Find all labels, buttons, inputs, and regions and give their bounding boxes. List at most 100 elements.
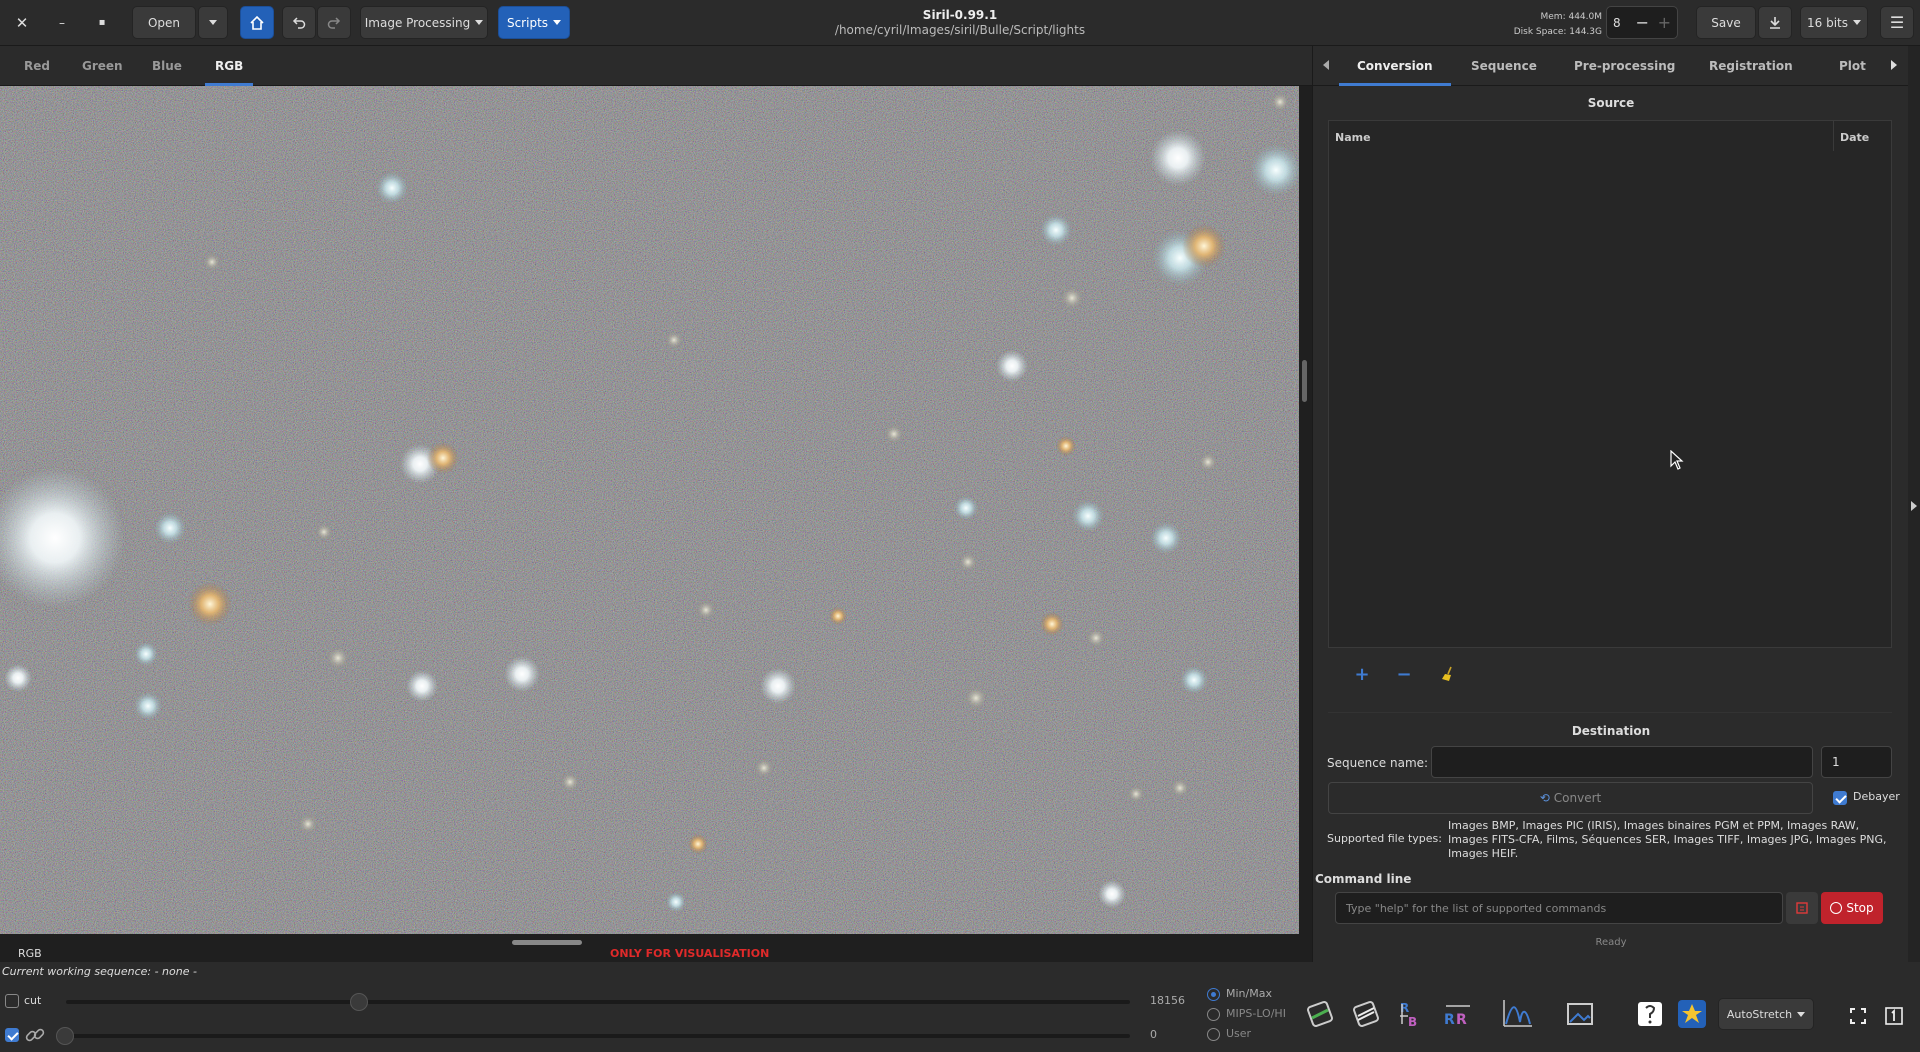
tab-sequence[interactable]: Sequence [1471, 46, 1537, 86]
command-line-title: Command line [1315, 872, 1412, 886]
histogram-icon[interactable] [1500, 996, 1536, 1032]
star-detection-icon[interactable] [1674, 996, 1710, 1032]
start-index-input[interactable]: 1 [1821, 746, 1892, 778]
maximize-button[interactable]: ▪ [90, 6, 114, 39]
stop-button[interactable]: Stop [1821, 892, 1883, 924]
mode-user-radio[interactable] [1207, 1028, 1220, 1041]
hamburger-icon: ☰ [1889, 13, 1905, 32]
image-viewer-area: Red Green Blue RGB RGB ONLY FOR VISUALIS… [0, 46, 1312, 962]
bit-depth-label: 16 bits [1807, 15, 1848, 30]
app-name: Siril-0.99.1 [922, 8, 998, 22]
channel-tabs: Red Green Blue RGB [0, 46, 1312, 86]
image-processing-menu[interactable]: Image Processing [360, 6, 488, 39]
decrement-icon[interactable]: − [1636, 13, 1649, 32]
color-saturation-icon[interactable]: RB [1394, 996, 1430, 1032]
threads-spinner[interactable]: 8 − + [1606, 6, 1678, 39]
tab-preprocessing[interactable]: Pre-processing [1574, 46, 1675, 86]
sequence-name-label: Sequence name: [1327, 756, 1429, 770]
redo-button[interactable] [317, 6, 351, 39]
panel-tabs: Conversion Sequence Pre-processing Regis… [1313, 46, 1909, 86]
svg-text:R: R [1444, 1012, 1455, 1028]
expand-arrow-icon [1911, 501, 1917, 511]
stretch-mode-label: AutoStretch [1726, 1007, 1793, 1021]
close-button[interactable]: ✕ [10, 6, 34, 39]
tab-plot[interactable]: Plot [1839, 46, 1866, 86]
scripts-menu[interactable]: Scripts [498, 6, 570, 39]
debayer-label: Debayer [1853, 790, 1900, 803]
channel-label: RGB [18, 947, 42, 960]
cut-checkbox[interactable] [5, 994, 19, 1008]
side-collapse-handle[interactable] [1908, 46, 1920, 962]
sequence-name-input[interactable] [1431, 746, 1813, 778]
column-name[interactable]: Name [1335, 131, 1371, 144]
tabs-scroll-left-icon[interactable] [1323, 60, 1329, 70]
tabs-scroll-right-icon[interactable] [1891, 60, 1897, 70]
zoom-one-icon [1885, 1007, 1903, 1025]
photometry-icon[interactable] [1632, 996, 1668, 1032]
tab-registration[interactable]: Registration [1709, 46, 1793, 86]
control-panel: Conversion Sequence Pre-processing Regis… [1312, 46, 1909, 962]
hi-slider-knob[interactable] [350, 993, 368, 1011]
open-button[interactable]: Open [132, 6, 196, 39]
mode-mips-radio[interactable] [1207, 1008, 1220, 1021]
tab-blue[interactable]: Blue [152, 46, 182, 86]
zoom-fit-button[interactable] [1848, 1006, 1868, 1026]
add-files-button[interactable]: + [1349, 663, 1375, 685]
mode-mips-label: MIPS-LO/HI [1226, 1007, 1286, 1020]
viewer-vertical-scrollbar[interactable] [1302, 360, 1307, 402]
lo-slider-track[interactable] [66, 1034, 1130, 1038]
command-input[interactable]: Type "help" for the list of supported co… [1335, 892, 1783, 924]
astro-image-canvas[interactable] [0, 86, 1299, 934]
threads-value: 8 [1613, 15, 1621, 30]
hi-slider-track[interactable] [66, 1000, 1130, 1004]
command-help-button[interactable] [1786, 892, 1818, 924]
image-info-icon[interactable] [1562, 996, 1598, 1032]
bit-depth-dropdown[interactable]: 16 bits [1800, 6, 1868, 39]
source-file-list[interactable]: Name Date [1328, 120, 1892, 648]
lo-slider-knob[interactable] [56, 1027, 74, 1045]
save-as-button[interactable] [1758, 6, 1792, 39]
recent-files-dropdown[interactable] [198, 6, 228, 39]
negative-view-icon[interactable] [1348, 996, 1384, 1032]
stop-icon [1830, 902, 1843, 914]
window-title: Siril-0.99.1 /home/cyril/Images/siril/Bu… [760, 8, 1160, 37]
hi-value[interactable]: 18156 [1150, 994, 1185, 1007]
stretch-mode-dropdown[interactable]: AutoStretch [1718, 998, 1814, 1030]
destination-title: Destination [1571, 724, 1651, 738]
remove-files-button[interactable]: − [1391, 663, 1417, 685]
image-processing-label: Image Processing [364, 15, 471, 30]
tab-rgb[interactable]: RGB [204, 46, 254, 86]
undo-button[interactable] [282, 6, 316, 39]
fit-screen-icon [1850, 1008, 1866, 1024]
broom-icon [1442, 666, 1452, 681]
main-menu-button[interactable]: ☰ [1880, 6, 1914, 39]
remove-green-icon[interactable] [1302, 996, 1338, 1032]
starfield-image [0, 86, 1299, 934]
status-text: Ready [1595, 937, 1627, 948]
debayer-checkbox[interactable] [1833, 791, 1847, 805]
save-button[interactable]: Save [1696, 6, 1756, 39]
convert-button[interactable]: ⟲ Convert [1328, 782, 1813, 814]
increment-icon[interactable]: + [1658, 13, 1671, 32]
viewer-horizontal-scrollbar[interactable] [512, 940, 582, 945]
download-icon [1770, 16, 1780, 29]
scripts-label: Scripts [506, 15, 549, 30]
clear-list-button[interactable] [1435, 663, 1461, 685]
column-date[interactable]: Date [1840, 131, 1869, 144]
section-divider [1328, 712, 1892, 713]
tab-red[interactable]: Red [24, 46, 50, 86]
minimize-button[interactable]: – [50, 6, 74, 39]
home-icon [250, 15, 264, 30]
home-button[interactable] [240, 6, 274, 39]
convert-label: Convert [1553, 791, 1602, 805]
link-checkbox[interactable] [5, 1028, 19, 1042]
zoom-one-button[interactable] [1884, 1006, 1904, 1026]
mode-minmax-radio[interactable] [1207, 988, 1220, 1001]
tab-conversion[interactable]: Conversion [1339, 46, 1450, 86]
header-bar: ✕ – ▪ Open Image Processing Scripts Siri… [0, 0, 1920, 46]
tab-green[interactable]: Green [82, 46, 123, 86]
rgb-align-icon[interactable]: RR [1440, 996, 1476, 1032]
lo-value[interactable]: 0 [1150, 1028, 1157, 1041]
svg-text:B: B [1408, 1015, 1417, 1029]
source-title: Source [1587, 96, 1635, 110]
